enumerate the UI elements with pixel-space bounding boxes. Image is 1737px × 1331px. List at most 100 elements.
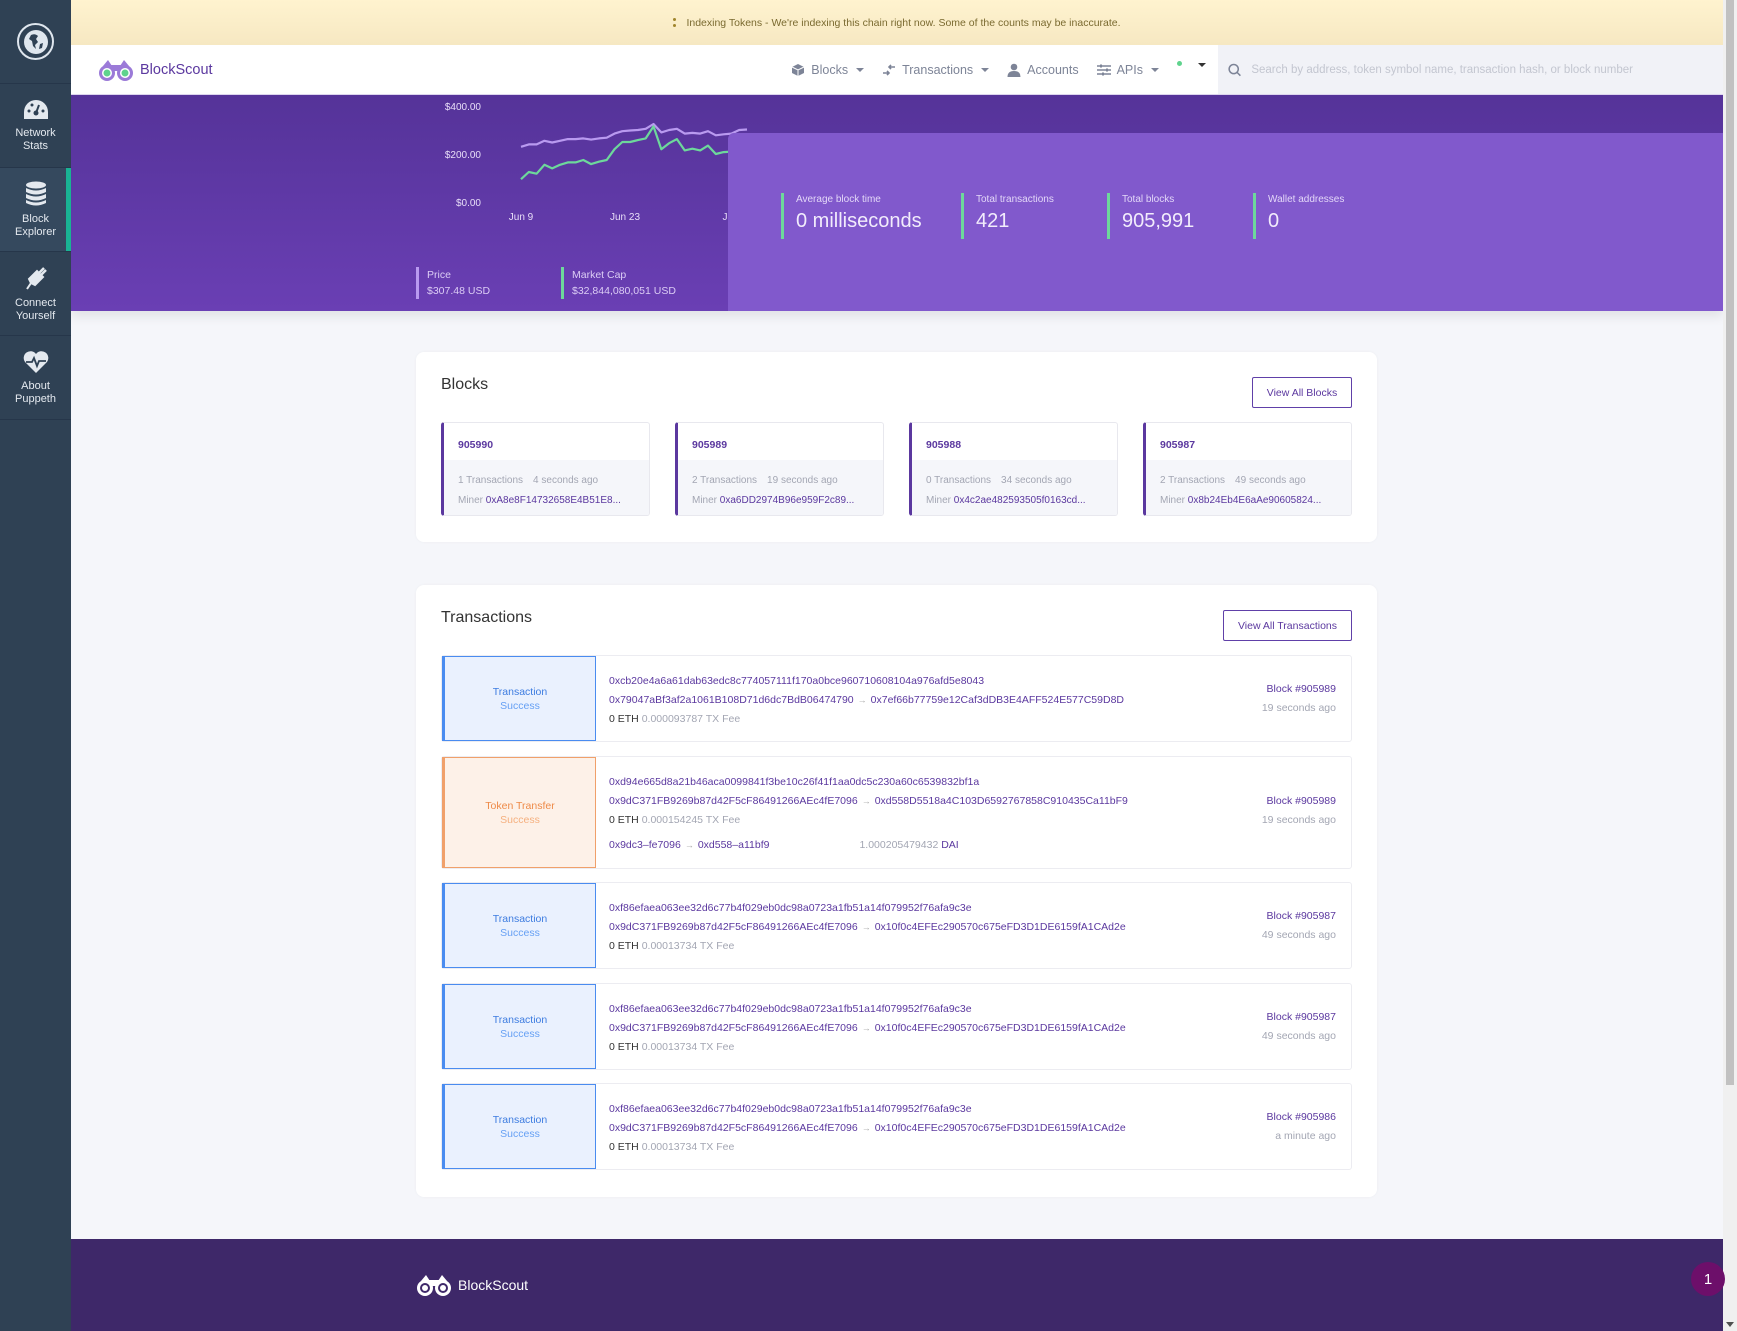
tx-type-label: Transaction xyxy=(492,685,548,698)
search-bar xyxy=(1218,45,1723,94)
miner-address-link[interactable]: 0x4c2ae482593505f0163cd... xyxy=(954,495,1086,506)
nav-apis-label: APIs xyxy=(1116,62,1143,77)
tx-type-label: Transaction xyxy=(492,1113,548,1126)
transfer-to-link[interactable]: 0xd558–a11bf9 xyxy=(698,839,770,851)
tx-from-link[interactable]: 0x9dC371FB9269b87d42F5cF86491266AEc4fE70… xyxy=(609,1022,858,1034)
tx-to-link[interactable]: 0x10f0c4EFEc290570c675eFD3D1DE6159fA1CAd… xyxy=(875,921,1126,933)
hero-section: $0.00$200.00$400.00Jun 9Jun 23Jul 7 Pric… xyxy=(71,95,1723,311)
tx-block-info: Block #905986 a minute ago xyxy=(1267,1108,1336,1146)
page-scrollbar[interactable] xyxy=(1723,0,1737,1331)
notification-badge[interactable]: 1 xyxy=(1691,1262,1725,1296)
network-status-dot xyxy=(1177,61,1182,66)
tx-hash-link[interactable]: 0xd94e665d8a21b46aca0099841f3be10c26f41f… xyxy=(609,776,979,788)
tx-value: 0 ETH xyxy=(609,1041,639,1053)
database-icon xyxy=(25,181,46,205)
tx-hash-link[interactable]: 0xcb20e4a6a61dab63edc8c774057111f170a0bc… xyxy=(609,675,984,687)
stat-value: 421 xyxy=(976,210,1010,232)
block-number-link[interactable]: 905989 xyxy=(678,423,883,460)
view-all-transactions-button[interactable]: View All Transactions xyxy=(1223,610,1352,641)
network-dropdown-icon[interactable] xyxy=(1198,62,1206,67)
block-tx-count: 1 Transactions xyxy=(458,475,524,486)
transactions-title: Transactions xyxy=(441,609,532,626)
tx-to-link[interactable]: 0xd558D5518a4C103D6592767858C910435Ca11b… xyxy=(875,795,1128,807)
brand-logo[interactable]: BlockScout xyxy=(98,58,213,82)
stat-label: Average block time xyxy=(796,194,881,205)
tx-from-link[interactable]: 0x9dC371FB9269b87d42F5cF86491266AEc4fE70… xyxy=(609,1122,858,1134)
scrollbar-thumb[interactable] xyxy=(1726,0,1734,1085)
miner-address-link[interactable]: 0xA8e8F14732658E4B51E8... xyxy=(486,495,621,506)
rail-label: Block xyxy=(22,212,49,225)
tx-status: Success xyxy=(500,1127,540,1140)
block-meta: 0 Transactions 34 seconds ago Miner 0x4c2a… xyxy=(912,460,1117,515)
tx-type-badge: Token Transfer Success xyxy=(442,757,596,868)
search-icon xyxy=(1228,63,1241,76)
tx-status: Success xyxy=(500,1027,540,1040)
rail-item-about-puppeth[interactable]: About Puppeth xyxy=(0,336,71,420)
tx-type-badge: Transaction Success xyxy=(442,656,596,741)
search-input[interactable] xyxy=(1251,63,1723,76)
miner-label: Miner xyxy=(1160,495,1186,506)
tx-hash-link[interactable]: 0xf86efaea063ee32d6c77b4f029eb0dc98a0723… xyxy=(609,902,972,914)
stat-value: 0 xyxy=(1268,210,1280,232)
legend-market-cap: Market Cap $32,844,080,051 USD xyxy=(561,267,676,299)
tx-to-link[interactable]: 0x10f0c4EFEc290570c675eFD3D1DE6159fA1CAd… xyxy=(875,1022,1126,1034)
block-tile[interactable]: 905989 2 Transactions 19 seconds ago Miner … xyxy=(675,422,884,516)
tx-block-link[interactable]: Block #905986 xyxy=(1267,1108,1336,1127)
tx-type-label: Transaction xyxy=(492,912,548,925)
nav-accounts[interactable]: Accounts xyxy=(1007,63,1079,77)
tx-from-link[interactable]: 0x9dC371FB9269b87d42F5cF86491266AEc4fE70… xyxy=(609,921,858,933)
view-all-blocks-button[interactable]: View All Blocks xyxy=(1252,377,1352,408)
miner-address-link[interactable]: 0xa6DD2974B96e959F2c89... xyxy=(720,495,855,506)
tx-block-link[interactable]: Block #905989 xyxy=(1262,792,1336,811)
block-tile[interactable]: 905987 2 Transactions 49 seconds ago Miner … xyxy=(1143,422,1352,516)
nav-transactions[interactable]: Transactions xyxy=(882,63,990,77)
tx-to-link[interactable]: 0x10f0c4EFEc290570c675eFD3D1DE6159fA1CAd… xyxy=(875,1122,1126,1134)
nav-blocks[interactable]: Blocks xyxy=(791,63,865,77)
tx-age: 49 seconds ago xyxy=(1261,929,1336,941)
nav-apis[interactable]: APIs xyxy=(1096,62,1159,77)
tx-status: Success xyxy=(500,926,540,939)
binoculars-icon xyxy=(417,1275,451,1296)
tx-to-link[interactable]: 0x7ef66b77759e12Caf3dDB3E4AFF524E577C59D… xyxy=(871,694,1124,706)
tx-hash-link[interactable]: 0xf86efaea063ee32d6c77b4f029eb0dc98a0723… xyxy=(609,1003,972,1015)
rail-label: Puppeth xyxy=(15,392,56,405)
tx-from-link[interactable]: 0x79047aBf3af2a1061B108D71d6dc7BdB064747… xyxy=(609,694,854,706)
tx-details: 0xf86efaea063ee32d6c77b4f029eb0dc98a0723… xyxy=(609,1000,1126,1057)
rail-label: About xyxy=(21,379,50,392)
scroll-down-arrow-icon[interactable] xyxy=(1726,1322,1734,1327)
block-tile[interactable]: 905990 1 Transactions 4 seconds ago Miner 0… xyxy=(441,422,650,516)
footer: BlockScout xyxy=(71,1239,1723,1331)
price-label: Price xyxy=(427,269,451,281)
rail-item-block-explorer[interactable]: Block Explorer xyxy=(0,168,71,252)
binoculars-icon xyxy=(99,59,133,81)
tx-from-link[interactable]: 0x9dC371FB9269b87d42F5cF86491266AEc4fE70… xyxy=(609,795,858,807)
block-number-link[interactable]: 905988 xyxy=(912,423,1117,460)
rail-item-connect-yourself[interactable]: Connect Yourself xyxy=(0,252,71,336)
arrow-right-icon: → xyxy=(857,695,867,705)
tx-details: 0xf86efaea063ee32d6c77b4f029eb0dc98a0723… xyxy=(609,899,1126,956)
tx-block-link[interactable]: Block #905987 xyxy=(1262,1008,1336,1027)
block-tx-count: 2 Transactions xyxy=(692,475,758,486)
tx-block-link[interactable]: Block #905987 xyxy=(1262,907,1336,926)
tx-block-link[interactable]: Block #905989 xyxy=(1262,680,1336,699)
block-tile[interactable]: 905988 0 Transactions 34 seconds ago Miner … xyxy=(909,422,1118,516)
miner-address-link[interactable]: 0x8b24Eb4E6aAe90605824... xyxy=(1188,495,1321,506)
block-meta: 2 Transactions 19 seconds ago Miner 0xa6DD… xyxy=(678,460,883,515)
footer-logo[interactable]: BlockScout xyxy=(416,1273,528,1297)
block-age: 4 seconds ago xyxy=(533,475,599,486)
block-meta: 1 Transactions 4 seconds ago Miner 0xA8e8F… xyxy=(444,460,649,515)
tx-type-label: Token Transfer xyxy=(485,799,555,812)
transfer-from-link[interactable]: 0x9dc3–fe7096 xyxy=(609,839,681,851)
rail-item-network-stats[interactable]: Network Stats xyxy=(0,84,71,168)
rail-label: Yourself xyxy=(15,309,56,322)
block-number-link[interactable]: 905990 xyxy=(444,423,649,460)
token-symbol-link[interactable]: DAI xyxy=(941,839,959,851)
rail-logo[interactable] xyxy=(0,0,71,84)
block-number-link[interactable]: 905987 xyxy=(1146,423,1351,460)
heartbeat-icon xyxy=(23,350,48,373)
stat-value: 905,991 xyxy=(1122,210,1195,232)
blocks-title: Blocks xyxy=(441,376,489,393)
tx-hash-link[interactable]: 0xf86efaea063ee32d6c77b4f029eb0dc98a0723… xyxy=(609,1103,972,1115)
block-tx-count: 0 Transactions xyxy=(926,475,992,486)
tx-status: Success xyxy=(500,813,540,826)
